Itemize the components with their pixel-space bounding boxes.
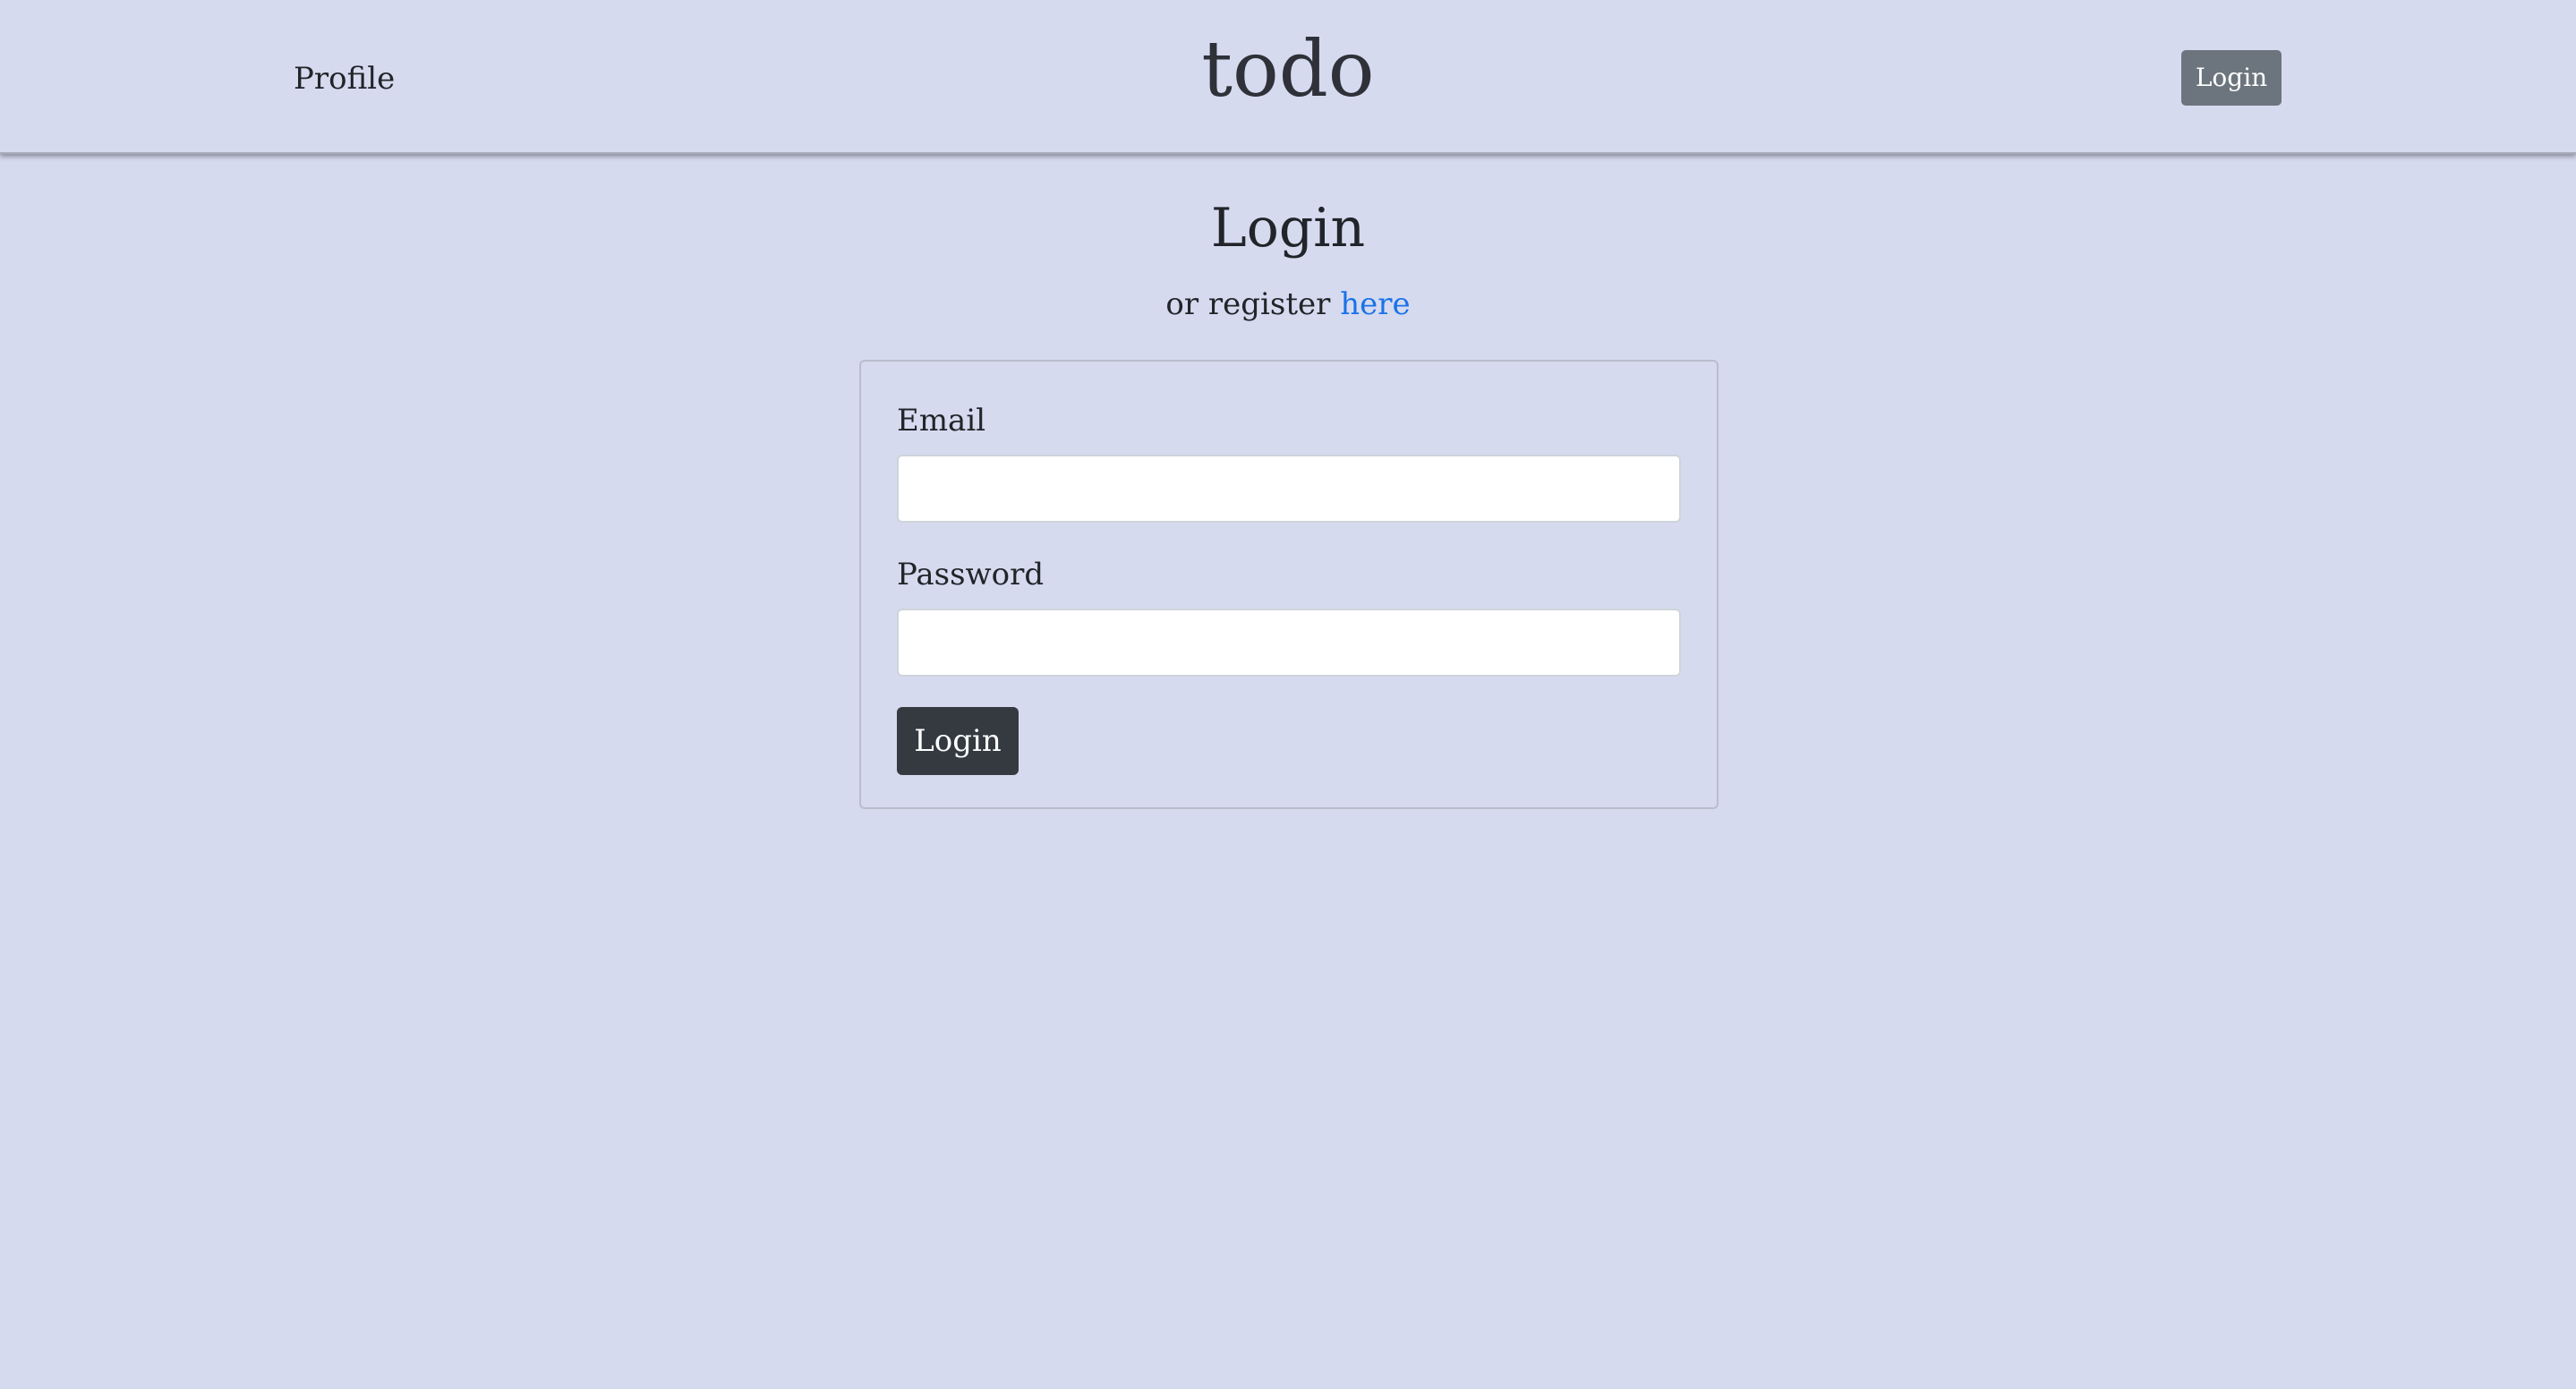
brand-text[interactable]: todo — [1201, 25, 1374, 115]
profile-link[interactable]: Profile — [294, 59, 395, 98]
header-login-button[interactable]: Login — [2181, 50, 2282, 106]
register-prompt: or register here — [0, 285, 2576, 324]
email-field[interactable] — [897, 455, 1681, 523]
login-form: Email Password Login — [859, 360, 1719, 809]
email-label: Email — [897, 403, 986, 439]
login-submit-button[interactable]: Login — [897, 707, 1019, 775]
page-title: Login — [1210, 197, 1366, 260]
password-field[interactable] — [897, 609, 1681, 677]
top-navbar: Profile todo Login — [0, 0, 2576, 154]
register-prefix-text: or register — [1165, 286, 1341, 322]
register-link[interactable]: here — [1340, 286, 1410, 322]
password-label: Password — [897, 557, 1045, 592]
